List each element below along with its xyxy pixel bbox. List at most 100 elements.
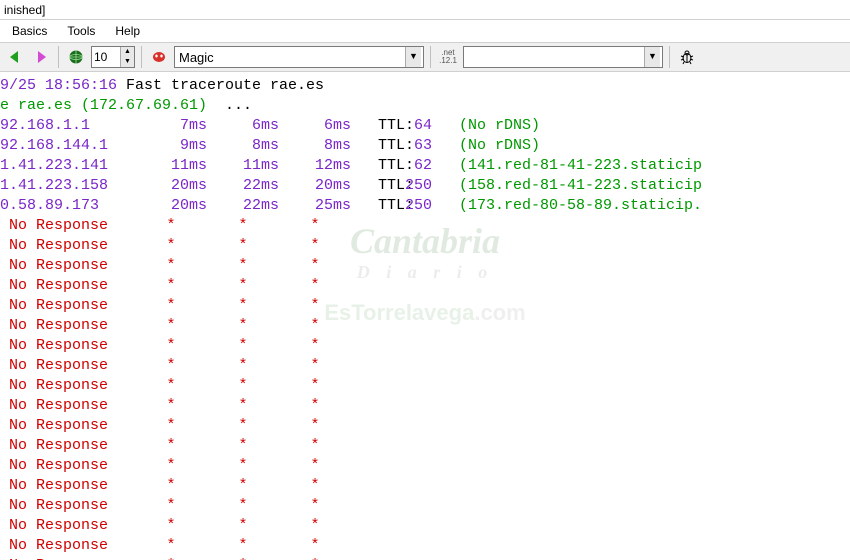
hop-star: *: [207, 336, 279, 356]
hop-time1: 20ms: [135, 196, 207, 216]
hop-star: *: [279, 356, 351, 376]
hop-star: *: [279, 456, 351, 476]
hop-rdns: (No rDNS): [432, 136, 540, 156]
toolbar-separator: [58, 46, 59, 68]
hop-noresponse: No Response: [0, 536, 135, 556]
hop-noresponse: No Response: [0, 396, 135, 416]
back-button[interactable]: [4, 46, 26, 68]
hop-ttl-label: TTL:: [351, 196, 405, 216]
chevron-down-icon[interactable]: ▼: [405, 47, 421, 67]
hop-noresponse: No Response: [0, 316, 135, 336]
mode-combo-input[interactable]: [175, 48, 405, 67]
spinner-down[interactable]: ▼: [120, 57, 134, 67]
toolbar-separator: [141, 46, 142, 68]
output-ellipsis: ...: [225, 96, 252, 116]
hop-star: *: [207, 496, 279, 516]
hop-time3: 20ms: [279, 176, 351, 196]
hop-time2: 8ms: [207, 136, 279, 156]
hop-noresponse: No Response: [0, 456, 135, 476]
hop-star: *: [207, 216, 279, 236]
hop-star: *: [279, 336, 351, 356]
hop-star: *: [135, 216, 207, 236]
hop-noresponse: No Response: [0, 496, 135, 516]
hop-star: *: [279, 216, 351, 236]
hop-rdns: (141.red-81-41-223.staticip: [432, 156, 702, 176]
hop-ttl-label: TTL:: [351, 176, 405, 196]
hop-star: *: [135, 236, 207, 256]
hop-noresponse: No Response: [0, 256, 135, 276]
menu-tools[interactable]: Tools: [59, 22, 103, 40]
hop-star: *: [279, 476, 351, 496]
window-title: inished]: [0, 0, 850, 20]
hop-star: *: [135, 516, 207, 536]
hop-time3: 12ms: [279, 156, 351, 176]
hop-star: *: [279, 296, 351, 316]
target-combo-input[interactable]: [464, 48, 644, 67]
bug-icon: [679, 49, 695, 65]
hop-noresponse: No Response: [0, 516, 135, 536]
hop-noresponse: No Response: [0, 376, 135, 396]
hop-ttl-value: 250: [405, 196, 432, 216]
hop-noresponse: No Response: [0, 356, 135, 376]
hop-star: *: [135, 476, 207, 496]
hop-noresponse: No Response: [0, 276, 135, 296]
output-timestamp: 9/25 18:56:16: [0, 76, 126, 96]
hop-star: *: [207, 416, 279, 436]
hop-rdns: (No rDNS): [432, 116, 540, 136]
hop-host: 1.41.223.158: [0, 176, 135, 196]
spinner-up[interactable]: ▲: [120, 47, 134, 57]
hop-star: *: [135, 296, 207, 316]
hop-ttl-value: 250: [405, 176, 432, 196]
forward-button[interactable]: [30, 46, 52, 68]
arrow-left-icon: [7, 49, 23, 65]
hop-ttl-label: TTL:: [351, 116, 405, 136]
hop-star: *: [207, 276, 279, 296]
net-icon: .net.12.1: [439, 49, 457, 65]
net-button[interactable]: .net.12.1: [437, 46, 459, 68]
hop-noresponse: No Response: [0, 216, 135, 236]
mask-button[interactable]: [148, 46, 170, 68]
hop-star: *: [135, 376, 207, 396]
toolbar: ▲ ▼ ▼ .net.12.1 ▼: [0, 42, 850, 72]
menu-help[interactable]: Help: [107, 22, 148, 40]
hop-ttl-label: TTL:: [351, 136, 405, 156]
hop-count-input[interactable]: [92, 48, 120, 66]
mode-combo[interactable]: ▼: [174, 46, 424, 68]
hop-star: *: [207, 396, 279, 416]
hop-star: *: [135, 256, 207, 276]
chevron-down-icon[interactable]: ▼: [644, 47, 660, 67]
hop-rdns: (173.red-80-58-89.staticip.: [432, 196, 702, 216]
globe-button[interactable]: [65, 46, 87, 68]
output-ip: (172.67.69.61): [81, 96, 225, 116]
hop-star: *: [279, 276, 351, 296]
hop-count-spinner[interactable]: ▲ ▼: [91, 46, 135, 68]
hop-noresponse: No Response: [0, 416, 135, 436]
hop-star: *: [279, 316, 351, 336]
hop-star: *: [279, 416, 351, 436]
hop-noresponse: No Response: [0, 336, 135, 356]
hop-time3: 8ms: [279, 136, 351, 156]
hop-star: *: [279, 256, 351, 276]
traceroute-output: 9/25 18:56:16 Fast traceroute rae.ese ra…: [0, 72, 850, 560]
hop-noresponse: No Response: [0, 436, 135, 456]
menu-bar: Basics Tools Help: [0, 20, 850, 42]
bug-button[interactable]: [676, 46, 698, 68]
menu-basics[interactable]: Basics: [4, 22, 55, 40]
hop-noresponse: No Response: [0, 236, 135, 256]
hop-star: *: [279, 376, 351, 396]
output-command: Fast traceroute rae.es: [126, 76, 324, 96]
hop-time1: 7ms: [135, 116, 207, 136]
hop-star: *: [279, 396, 351, 416]
hop-star: *: [207, 236, 279, 256]
hop-star: *: [207, 556, 279, 560]
hop-star: *: [135, 416, 207, 436]
hop-star: *: [135, 276, 207, 296]
hop-star: *: [207, 356, 279, 376]
hop-star: *: [207, 256, 279, 276]
hop-star: *: [279, 436, 351, 456]
globe-icon: [68, 49, 84, 65]
hop-ttl-value: 64: [405, 116, 432, 136]
toolbar-separator: [430, 46, 431, 68]
target-combo[interactable]: ▼: [463, 46, 663, 68]
hop-star: *: [207, 376, 279, 396]
